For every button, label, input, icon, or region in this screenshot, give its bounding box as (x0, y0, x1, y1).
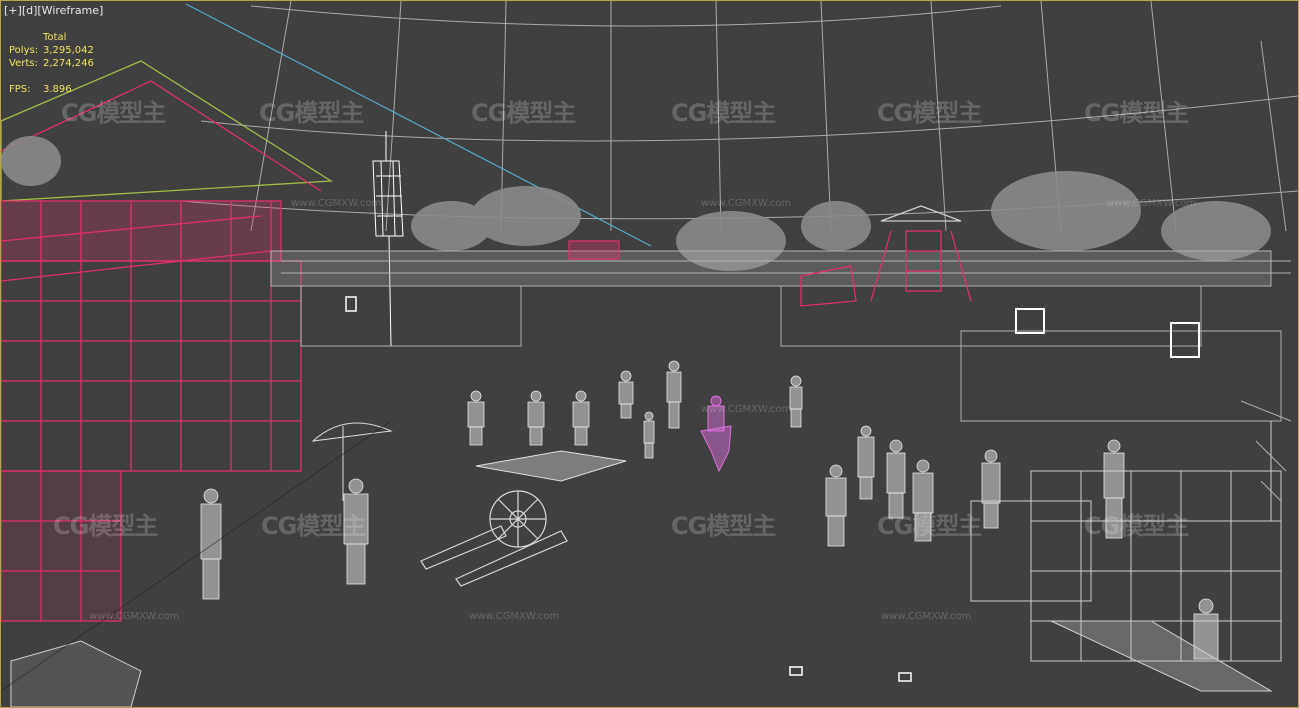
watermark-logo: CG模型主 (61, 99, 166, 127)
scene-statistics: Total Polys: 3,295,042 Verts: 2,274,246 … (9, 31, 94, 96)
stats-total-label: Total (43, 32, 67, 43)
viewport-shading-menu[interactable]: [Wireframe] (37, 4, 103, 17)
stats-polys-row: Polys: 3,295,042 (9, 44, 94, 57)
right-stalls-wireframe[interactable] (970, 308, 1292, 692)
stats-verts-label: Verts: (9, 58, 38, 69)
market-stalls-band (270, 250, 1291, 422)
lantern-wireframe[interactable] (372, 131, 404, 347)
watermark-logo: CG模型主 (53, 512, 158, 540)
watermark-logo: CG模型主 (471, 99, 576, 127)
watermark-url: www.CGMXW.com (701, 198, 792, 209)
watermark-logo: CG模型主 (877, 512, 982, 540)
3d-viewport[interactable]: [+][d][Wireframe] Total Polys: 3,295,042… (0, 0, 1299, 708)
watermark-url: www.CGMXW.com (291, 198, 382, 209)
watermark-url: www.CGMXW.com (89, 611, 180, 622)
watermark-logo: CG模型主 (259, 99, 364, 127)
stats-polys-value: 3,295,042 (43, 45, 94, 56)
watermark-url: www.CGMXW.com (881, 611, 972, 622)
watermark-url: www.CGMXW.com (701, 404, 792, 415)
watermark-logo: CG模型主 (1084, 99, 1189, 127)
viewport-label[interactable]: [+][d][Wireframe] (4, 4, 103, 17)
stats-fps-label: FPS: (9, 84, 31, 95)
watermark-logo: CG模型主 (671, 99, 776, 127)
watermark-logo: CG模型主 (877, 99, 982, 127)
hand-cart-wireframe[interactable] (420, 490, 568, 587)
ground-mat (475, 450, 627, 482)
watermark-url: www.CGMXW.com (1106, 198, 1197, 209)
viewport-point-of-view-menu[interactable]: [d] (22, 4, 38, 17)
watermark-url: www.CGMXW.com (469, 611, 560, 622)
watermark-logo: CG模型主 (1084, 512, 1189, 540)
viewport-menu-plus[interactable]: [+] (4, 4, 22, 17)
watermark-logo: CG模型主 (261, 512, 366, 540)
stats-polys-label: Polys: (9, 45, 39, 56)
stats-verts-value: 2,274,246 (43, 58, 94, 69)
stats-verts-row: Verts: 2,274,246 (9, 57, 94, 70)
watermark-logo: CG模型主 (671, 512, 776, 540)
